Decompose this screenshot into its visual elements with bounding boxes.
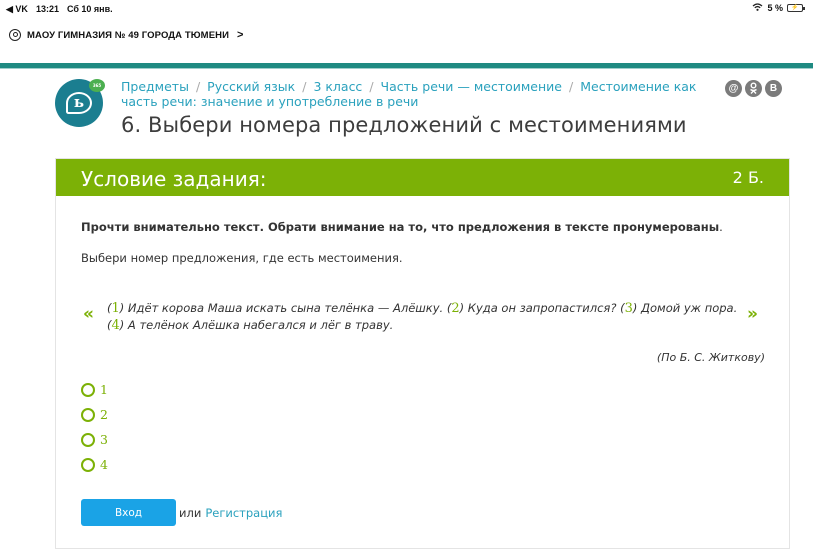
task-header-title: Условие задания: [81,167,267,191]
vk-share-icon[interactable]: B [765,80,782,97]
next-arrow-icon[interactable]: » [747,304,758,324]
answer-option-label[interactable]: 2 [100,407,108,422]
radio-button[interactable] [81,457,95,472]
prev-arrow-icon[interactable]: « [83,304,94,324]
breadcrumb-separator: / [569,79,574,94]
sentence-number: 3 [624,301,633,316]
answer-option-label[interactable]: 1 [100,382,108,397]
radio-button[interactable] [81,382,95,397]
answer-option[interactable]: 4 [81,452,108,477]
status-date: Сб 10 янв. [66,4,113,14]
auth-or-text: или [179,505,202,520]
passage-sentence-2: (2) Куда он запропастился? [446,301,621,316]
wifi-icon [752,3,763,13]
auth-row: Вход или Регистрация [81,499,282,526]
answer-option[interactable]: 2 [81,402,108,427]
task-header: Условие задания: 2 Б. [56,159,789,196]
chevron-right-icon[interactable]: > [237,29,244,41]
radio-button[interactable] [81,432,95,447]
radio-button[interactable] [81,407,95,422]
answer-option-label[interactable]: 4 [100,457,108,472]
instruction-plain: Выбери номер предложения, где есть место… [81,251,403,265]
battery-percent: 5 % [767,3,783,13]
task-points: 2 Б. [732,168,764,187]
user-circle-icon [9,29,21,41]
breadcrumb-subjects[interactable]: Предметы [121,79,189,94]
speech-bubble-icon: ь [66,92,92,114]
sentence-number: 4 [111,318,120,333]
sentence-number: 1 [111,301,120,316]
breadcrumb: Предметы / Русский язык / 3 класс / Часть речи… [121,79,716,109]
logo-badge: 365 [89,79,105,92]
passage-sentence-3: (3) Домой уж пора. [620,301,738,316]
breadcrumb-separator: / [369,79,374,94]
instruction-dot: . [719,220,723,234]
top-stripe-light [0,68,813,69]
school-name[interactable]: МАОУ ГИМНАЗИЯ № 49 ГОРОДА ТЮМЕНИ [27,30,229,41]
page-title: 6. Выбери номера предложений с местоимен… [121,113,687,137]
breadcrumb-russian[interactable]: Русский язык [207,79,295,94]
odnoklassniki-share-icon[interactable] [745,80,762,97]
answer-option[interactable]: 3 [81,427,108,452]
passage-sentence-4: (4) А телёнок Алёшка набегался и лёг в т… [107,318,394,333]
battery-icon: ⚡ [787,4,805,12]
breadcrumb-grade[interactable]: 3 класс [313,79,362,94]
register-link[interactable]: Регистрация [205,506,282,520]
breadcrumb-topic[interactable]: Часть речи — местоимение [381,79,562,94]
breadcrumb-separator: / [195,79,201,94]
passage-sentence-1: (1) Идёт корова Маша искать сына телёнка… [107,301,447,316]
status-bar: ◀ VK 13:21 Сб 10 янв. 5 % ⚡ [0,0,813,18]
task-card: Условие задания: 2 Б. Прочти внимательно… [55,158,790,549]
answer-option[interactable]: 1 [81,377,108,402]
instruction-bold: Прочти внимательно текст. Обрати внимани… [81,220,723,234]
passage-source: (По Б. С. Житкову) [656,351,765,364]
answer-options: 1 2 3 4 [81,377,108,477]
passage-text: (1) Идёт корова Маша искать сына телёнка… [107,300,747,334]
breadcrumb-separator: / [302,79,307,94]
answer-option-label[interactable]: 3 [100,432,108,447]
share-icons: @ B [725,80,782,97]
status-carrier[interactable]: ◀ VK [6,4,28,15]
email-share-icon[interactable]: @ [725,80,742,97]
login-button[interactable]: Вход [81,499,176,526]
school-header[interactable]: МАОУ ГИМНАЗИЯ № 49 ГОРОДА ТЮМЕНИ > [0,24,813,46]
status-time: 13:21 [35,4,59,14]
instruction-bold-text: Прочти внимательно текст. Обрати внимани… [81,220,720,234]
sentence-number: 2 [451,301,460,316]
